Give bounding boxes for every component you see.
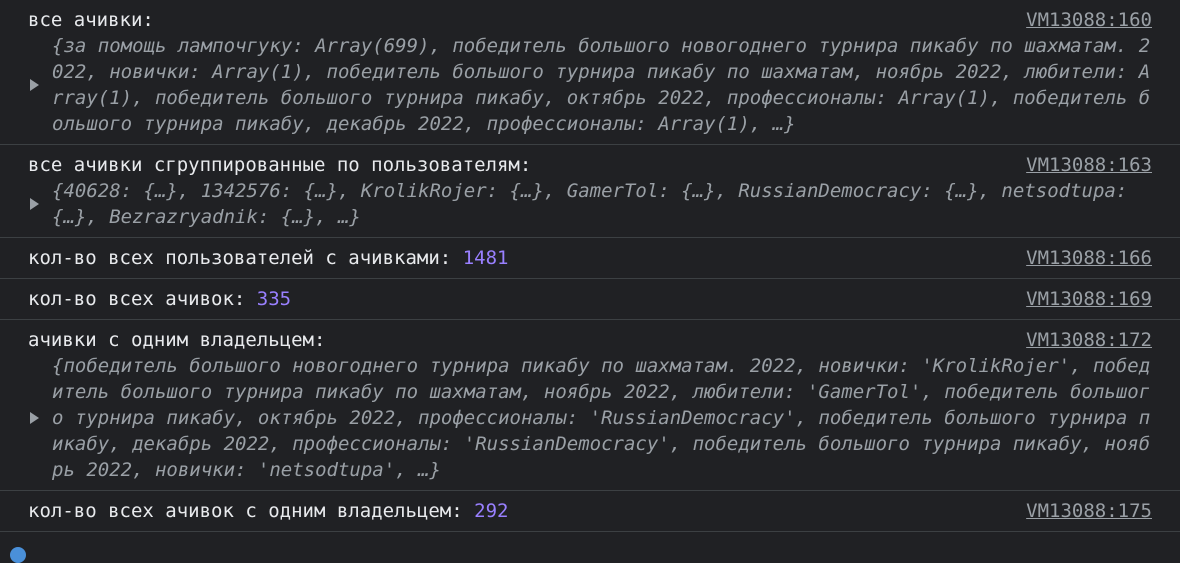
count-value: 292 <box>474 500 509 522</box>
count-value: 335 <box>256 288 292 310</box>
object-preview-text: {за помощь лампочгуку: Array(699), побед… <box>52 35 1151 135</box>
source-link[interactable]: VM13088:160 <box>1026 7 1152 33</box>
expand-triangle-icon[interactable] <box>30 412 39 424</box>
expand-triangle-icon[interactable] <box>30 79 39 91</box>
console-message-achievements-count: VM13088:169 кол-во всех ачивок: 335 <box>0 279 1180 320</box>
console-message-grouped-by-user: VM13088:163 все ачивки сгруппированные п… <box>0 145 1180 238</box>
console-message-single-owner: VM13088:172 ачивки с одним владельцем: {… <box>0 320 1180 491</box>
log-label: кол-во всех пользователей с ачивками: <box>28 247 463 269</box>
log-label: кол-во всех ачивок с одним владельцем: <box>28 500 475 522</box>
source-link[interactable]: VM13088:163 <box>1026 152 1152 178</box>
object-preview[interactable]: {40628: {…}, 1342576: {…}, KrolikRojer: … <box>30 178 1152 230</box>
console-message-single-owner-count: VM13088:175 кол-во всех ачивок с одним в… <box>0 491 1180 532</box>
source-link[interactable]: VM13088:175 <box>1026 498 1152 524</box>
count-value: 1481 <box>462 247 509 269</box>
object-preview[interactable]: {победитель большого новогоднего турнира… <box>30 353 1152 483</box>
log-label: ачивки с одним владельцем: <box>28 329 326 351</box>
source-link[interactable]: VM13088:166 <box>1026 245 1152 271</box>
object-preview-text: {победитель большого новогоднего турнира… <box>52 355 1151 481</box>
log-label: все ачивки: <box>28 9 154 31</box>
source-link[interactable]: VM13088:172 <box>1026 327 1152 353</box>
console-message-users-count: VM13088:166 кол-во всех пользователей с … <box>0 238 1180 279</box>
object-preview[interactable]: {за помощь лампочгуку: Array(699), побед… <box>30 33 1152 137</box>
log-label: все ачивки сгруппированные по пользовате… <box>28 154 532 176</box>
object-preview-text: {40628: {…}, 1342576: {…}, KrolikRojer: … <box>52 180 1128 228</box>
source-link[interactable]: VM13088:169 <box>1026 286 1152 312</box>
console-message-all-achievements: VM13088:160 все ачивки: {за помощь лампо… <box>0 0 1180 145</box>
console-prompt-icon <box>10 547 26 563</box>
log-label: кол-во всех ачивок: <box>28 288 257 310</box>
expand-triangle-icon[interactable] <box>30 198 39 210</box>
